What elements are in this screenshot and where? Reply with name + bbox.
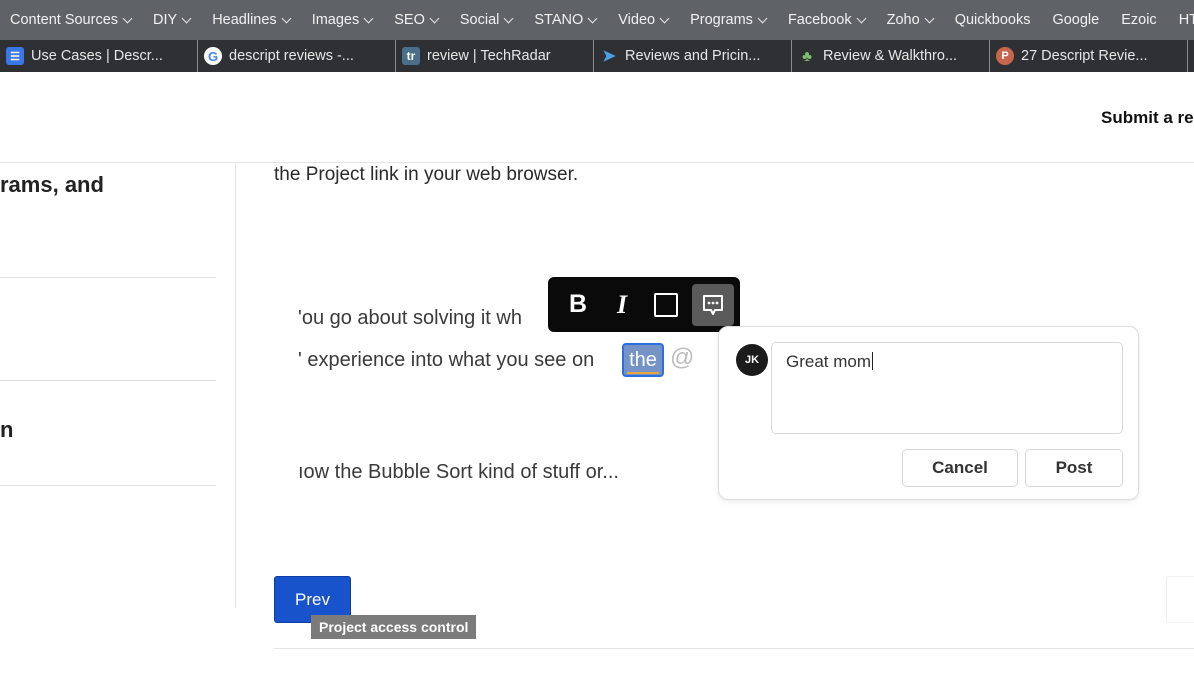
left-nav-item[interactable]: n <box>0 417 13 443</box>
left-nav-divider <box>0 277 216 278</box>
left-column-divider <box>235 162 236 608</box>
next-button[interactable] <box>1166 576 1194 623</box>
comment-icon <box>703 294 723 315</box>
format-toolbar: B I <box>548 277 740 332</box>
tab-title: descript reviews -... <box>229 48 354 64</box>
bookmark-folder-diy[interactable]: DIY <box>153 12 192 28</box>
chevron-down-icon <box>429 13 440 23</box>
p-icon: P <box>996 47 1014 65</box>
transcript-line[interactable]: 'ou go about solving it wh <box>298 307 522 330</box>
bottom-divider <box>274 648 1194 649</box>
browser-tab[interactable]: ➤ Reviews and Pricin... <box>594 40 792 72</box>
chevron-down-icon <box>281 13 292 23</box>
italic-button[interactable]: I <box>600 283 644 327</box>
chevron-down-icon <box>924 13 935 23</box>
bookmark-folder-facebook[interactable]: Facebook <box>788 12 867 28</box>
browser-tab[interactable]: P 27 Descript Revie... <box>990 40 1188 72</box>
square-icon <box>654 292 678 317</box>
bookmark-folder-social[interactable]: Social <box>460 12 514 28</box>
chevron-down-icon <box>363 13 374 23</box>
comment-card: JK Great mom Cancel Post <box>718 326 1139 500</box>
bookmark-folder-images[interactable]: Images <box>312 12 374 28</box>
chevron-down-icon <box>181 13 192 23</box>
bookmark-folder-programs[interactable]: Programs <box>690 12 768 28</box>
comment-input[interactable]: Great mom <box>771 342 1123 434</box>
chevron-down-icon <box>659 13 670 23</box>
bookmark-google[interactable]: Google <box>1052 12 1099 28</box>
chevron-down-icon <box>587 13 598 23</box>
bookmark-folder-headlines[interactable]: Headlines <box>212 12 292 28</box>
send-icon: ➤ <box>602 48 616 65</box>
cancel-button[interactable]: Cancel <box>902 449 1018 487</box>
left-nav-divider <box>0 485 216 486</box>
transcript-line[interactable]: ' experience into what you see on <box>298 349 594 372</box>
comment-input-value: Great mom <box>786 352 872 371</box>
chevron-down-icon <box>503 13 514 23</box>
bookmark-folder-stano[interactable]: STANO <box>534 12 598 28</box>
tab-title: Use Cases | Descr... <box>31 48 163 64</box>
tab-title: 27 Descript Revie... <box>1021 48 1148 64</box>
google-icon: G <box>204 47 222 65</box>
tab-strip: ☰ Use Cases | Descr... G descript review… <box>0 40 1194 72</box>
submit-review-link[interactable]: Submit a re <box>1101 108 1194 128</box>
tree-icon: ♣ <box>802 47 812 65</box>
bookmark-quickbooks[interactable]: Quickbooks <box>955 12 1031 28</box>
comment-button[interactable] <box>692 283 734 326</box>
doc-icon: ☰ <box>6 47 24 65</box>
text-caret <box>872 352 874 370</box>
chevron-down-icon <box>122 13 133 23</box>
box-button[interactable] <box>644 283 688 327</box>
browser-tab[interactable]: ♣ Review & Walkthro... <box>792 40 990 72</box>
browser-tab[interactable]: ☰ Use Cases | Descr... <box>0 40 198 72</box>
left-nav-divider <box>0 380 216 381</box>
left-nav-item[interactable]: rams, and <box>0 172 104 198</box>
bookmarks-bar: Content Sources DIY Headlines Images SEO… <box>0 0 1194 40</box>
bookmark-folder-zoho[interactable]: Zoho <box>887 12 935 28</box>
bookmark-ezoic[interactable]: Ezoic <box>1121 12 1156 28</box>
comment-underline <box>627 372 659 374</box>
browser-tab[interactable]: G descript reviews -... <box>198 40 396 72</box>
chevron-down-icon <box>757 13 768 23</box>
avatar: JK <box>736 344 768 376</box>
tab-title: Review & Walkthro... <box>823 48 958 64</box>
tab-title: review | TechRadar <box>427 48 551 64</box>
mention-icon[interactable]: @ <box>670 344 694 372</box>
chevron-down-icon <box>856 13 867 23</box>
bold-button[interactable]: B <box>556 283 600 327</box>
bookmark-folder-video[interactable]: Video <box>618 12 670 28</box>
bookmark-folder-seo[interactable]: SEO <box>394 12 440 28</box>
transcript-line[interactable]: ıow the Bubble Sort kind of stuff or... <box>298 461 619 484</box>
tab-title: Reviews and Pricin... <box>625 48 761 64</box>
tooltip: Project access control <box>311 615 477 639</box>
bookmark-folder-content-sources[interactable]: Content Sources <box>10 12 133 28</box>
browser-tab[interactable]: tr review | TechRadar <box>396 40 594 72</box>
intro-text: the Project link in your web browser. <box>274 164 579 185</box>
bookmark-htm[interactable]: HTM <box>1179 12 1194 28</box>
header-divider <box>0 162 1194 163</box>
techradar-icon: tr <box>402 47 420 65</box>
post-button[interactable]: Post <box>1025 449 1123 487</box>
